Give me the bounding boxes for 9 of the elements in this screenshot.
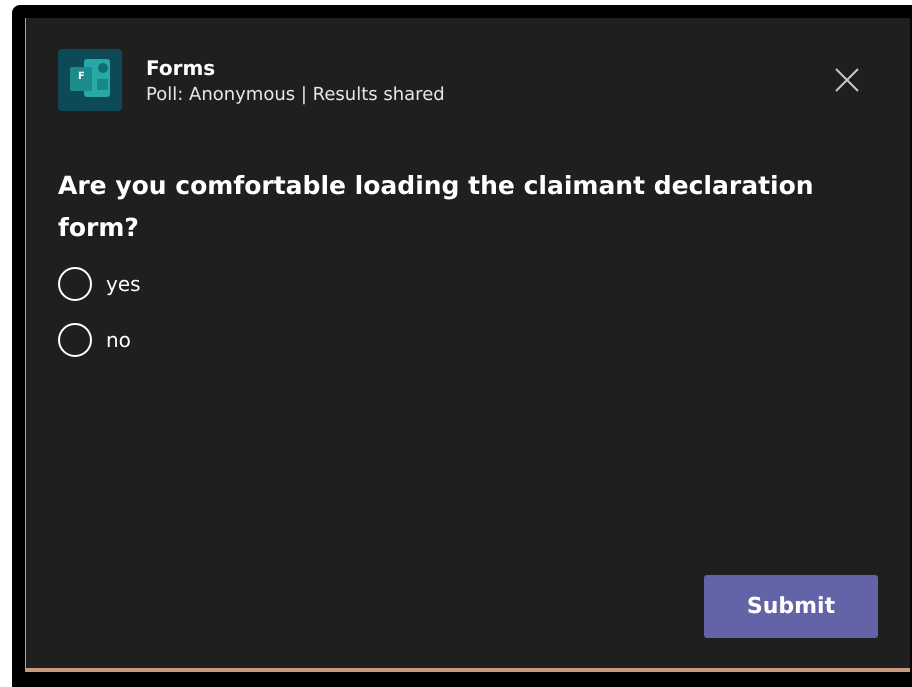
app-title: Forms (146, 56, 216, 80)
poll-question: Are you comfortable loading the claimant declaration form? (58, 170, 815, 244)
option-label[interactable]: no (106, 328, 131, 352)
option-label[interactable]: yes (106, 272, 141, 296)
radio-button[interactable] (58, 323, 92, 357)
forms-logo-icon: F (58, 49, 122, 111)
submit-button[interactable]: Submit (704, 575, 878, 638)
poll-settings: Poll: Anonymous | Results shared (146, 84, 446, 104)
radio-button[interactable] (58, 267, 92, 301)
